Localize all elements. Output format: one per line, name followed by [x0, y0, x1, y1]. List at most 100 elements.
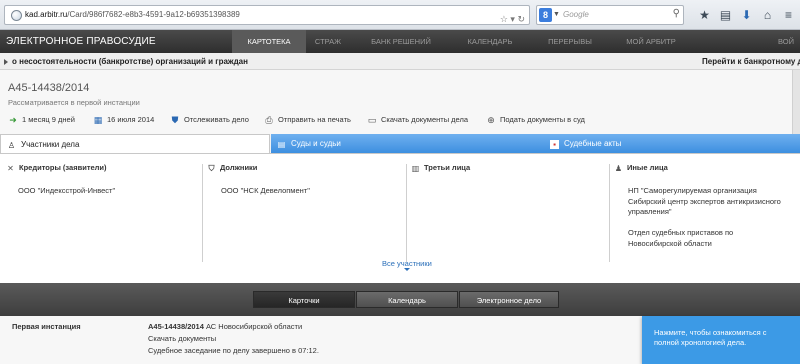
nav-item-calendar[interactable]: КАЛЕНДАРЬ [454, 30, 526, 53]
tab-acts[interactable]: ▪ Судебные акты [544, 134, 800, 153]
debtor-entry[interactable]: ООО "НСК Девелопмент" [221, 186, 402, 197]
folder-icon: ▤ [277, 140, 286, 149]
browser-toolbar: kad.arbitr.ru/Card/986f7682-e8b3-4591-9a… [0, 0, 800, 30]
creditors-title: Кредиторы (заявители) [19, 163, 107, 172]
info-bar-text: о несостоятельности (банкротстве) органи… [12, 57, 248, 66]
bankruptcy-case-link[interactable]: Перейти к банкротному дел [702, 53, 800, 70]
nav-item-breaks[interactable]: ПЕРЕРЫВЫ [540, 30, 600, 53]
tab-electronic-case[interactable]: Электронное дело [459, 291, 559, 308]
nav-item-login[interactable]: ВОЙ [778, 30, 800, 53]
instance-case-number[interactable]: А45-14438/2014 [148, 322, 204, 331]
column-divider [406, 164, 407, 262]
bankruptcy-info-bar: о несостоятельности (банкротстве) органи… [0, 53, 800, 70]
all-parties-link[interactable]: Все участники [382, 259, 432, 268]
shield-icon: ⛉ [208, 164, 215, 173]
other-parties-title: Иные лица [627, 163, 668, 172]
chronology-tooltip[interactable]: Нажмите, чтобы ознакомиться с полной хро… [642, 316, 800, 364]
crossed-swords-icon: ✕ [7, 164, 14, 173]
print-button[interactable]: ⎙ Отправить на печать [264, 113, 351, 127]
creditors-header: ✕ Кредиторы (заявители) [6, 162, 196, 174]
url-host: kad.arbitr.ru [25, 10, 68, 19]
search-engine-icon: 8 [539, 8, 552, 22]
download-docs-button[interactable]: ▭ Скачать документы дела [367, 113, 468, 127]
date-label: 16 июля 2014 [107, 115, 155, 124]
nav-item-strazh[interactable]: СТРАЖ [308, 30, 348, 53]
track-label: Отслеживать дело [184, 115, 249, 124]
tab-courts[interactable]: ▤ Суды и судьи [271, 134, 544, 153]
creditor-entry[interactable]: ООО "Индексстрой-Инвест" [18, 186, 196, 197]
nav-item-kartoteka[interactable]: КАРТОТЕКА [232, 30, 306, 53]
other-party-line[interactable]: НП "Саморегулируемая организация [628, 186, 794, 197]
globe-icon [11, 10, 22, 21]
chevron-down-icon: ▼ [553, 11, 560, 18]
debtors-list: ООО "НСК Девелопмент" [207, 186, 402, 197]
other-party-line[interactable]: Новосибирской области [628, 239, 794, 250]
third-parties-header: ▥ Третьи лица [411, 162, 606, 174]
search-box[interactable]: 8 ▼ Google ⚲ [536, 5, 684, 25]
tooltip-line: полной хронологией дела. [654, 338, 747, 347]
case-stage: Рассматривается в первой инстанции [8, 98, 140, 107]
submit-docs-button[interactable]: ⊕ Подать документы в суд [486, 113, 585, 127]
search-placeholder: Google [563, 10, 589, 19]
pdf-icon: ▪ [550, 140, 559, 149]
star-icon[interactable]: ★ [696, 6, 713, 23]
creditors-column: ✕ Кредиторы (заявители) ООО "Индексстрой-… [6, 162, 196, 197]
tab-parties[interactable]: ♙ Участники дела [0, 134, 270, 153]
download-label: Скачать документы дела [381, 115, 469, 124]
site-nav: ЭЛЕКТРОННОЕ ПРАВОСУДИЕ КАРТОТЕКА СТРАЖ Б… [0, 30, 800, 53]
other-party-line[interactable]: Сибирский центр экспертов антикризисного [628, 197, 794, 208]
case-header: А45-14438/2014 Рассматривается в первой … [0, 70, 792, 134]
address-bar[interactable]: kad.arbitr.ru/Card/986f7682-e8b3-4591-9a… [4, 5, 530, 25]
track-case-button[interactable]: ⛊ Отслеживать дело [170, 113, 249, 127]
reload-icon[interactable]: ☆ ▾ ↻ [500, 10, 525, 24]
duration-label: 1 месяц 9 дней [22, 115, 75, 124]
expand-arrow-icon[interactable] [4, 59, 8, 65]
building-icon: ▥ [411, 164, 420, 173]
person-icon: ♟ [614, 164, 623, 173]
site-brand[interactable]: ЭЛЕКТРОННОЕ ПРАВОСУДИЕ [6, 30, 156, 53]
instance-case: А45-14438/2014 АС Новосибирской области [148, 322, 302, 331]
debtors-column: ⛉ Должники ООО "НСК Девелопмент" [207, 162, 402, 197]
other-parties-header: ♟ Иные лица [614, 162, 794, 174]
tab-cards[interactable]: Карточки [253, 291, 355, 308]
search-icon[interactable]: ⚲ [673, 8, 680, 19]
debtors-title: Должники [220, 163, 258, 172]
home-icon[interactable]: ⌂ [759, 6, 776, 23]
third-parties-column: ▥ Третьи лица [411, 162, 606, 174]
tab-acts-label: Судебные акты [564, 139, 622, 148]
case-number: А45-14438/2014 [8, 82, 90, 94]
nav-item-bank[interactable]: БАНК РЕШЕНИЙ [360, 30, 442, 53]
submit-label: Подать документы в суд [500, 115, 585, 124]
column-divider [202, 164, 203, 262]
other-party-line[interactable]: управления" [628, 207, 794, 218]
print-label: Отправить на печать [278, 115, 351, 124]
view-switcher: Карточки Календарь Электронное дело [0, 283, 800, 316]
download-documents-link[interactable]: Скачать документы [148, 334, 216, 343]
download-icon[interactable]: ⬇ [738, 6, 755, 23]
printer-icon: ⎙ [265, 115, 273, 125]
scanner-icon: ▭ [367, 115, 377, 125]
column-divider [609, 164, 610, 262]
tab-parties-label: Участники дела [21, 140, 80, 149]
session-status: Судебное заседание по делу завершено в 0… [148, 346, 319, 355]
nav-item-my-arbitr[interactable]: МОЙ АРБИТР [614, 30, 688, 53]
creditors-list: ООО "Индексстрой-Инвест" [6, 186, 196, 197]
plus-circle-icon: ⊕ [487, 115, 495, 125]
shield-icon: ⛊ [171, 115, 179, 125]
url-path: /Card/986f7682-e8b3-4591-9a12-b693513983… [67, 10, 240, 19]
clipboard-icon[interactable]: ▤ [717, 6, 734, 23]
other-party-line [628, 218, 794, 229]
instance-court: АС Новосибирской области [203, 322, 303, 331]
tab-calendar[interactable]: Календарь [356, 291, 458, 308]
calendar-icon: ▦ [93, 115, 103, 125]
person-icon: ♙ [7, 141, 16, 150]
other-parties-column: ♟ Иные лица НП "Саморегулируемая организа… [614, 162, 794, 249]
search-engine-selector[interactable]: 8 ▼ [539, 8, 561, 22]
menu-icon[interactable]: ≡ [780, 6, 797, 23]
other-party-line[interactable]: Отдел судебных приставов по [628, 228, 794, 239]
tab-courts-label: Суды и судьи [291, 139, 341, 148]
chevron-down-icon[interactable] [404, 268, 410, 271]
third-parties-title: Третьи лица [424, 163, 471, 172]
other-parties-list: НП "Саморегулируемая организация Сибирск… [614, 186, 794, 249]
case-duration: ➜ 1 месяц 9 дней [8, 113, 75, 127]
